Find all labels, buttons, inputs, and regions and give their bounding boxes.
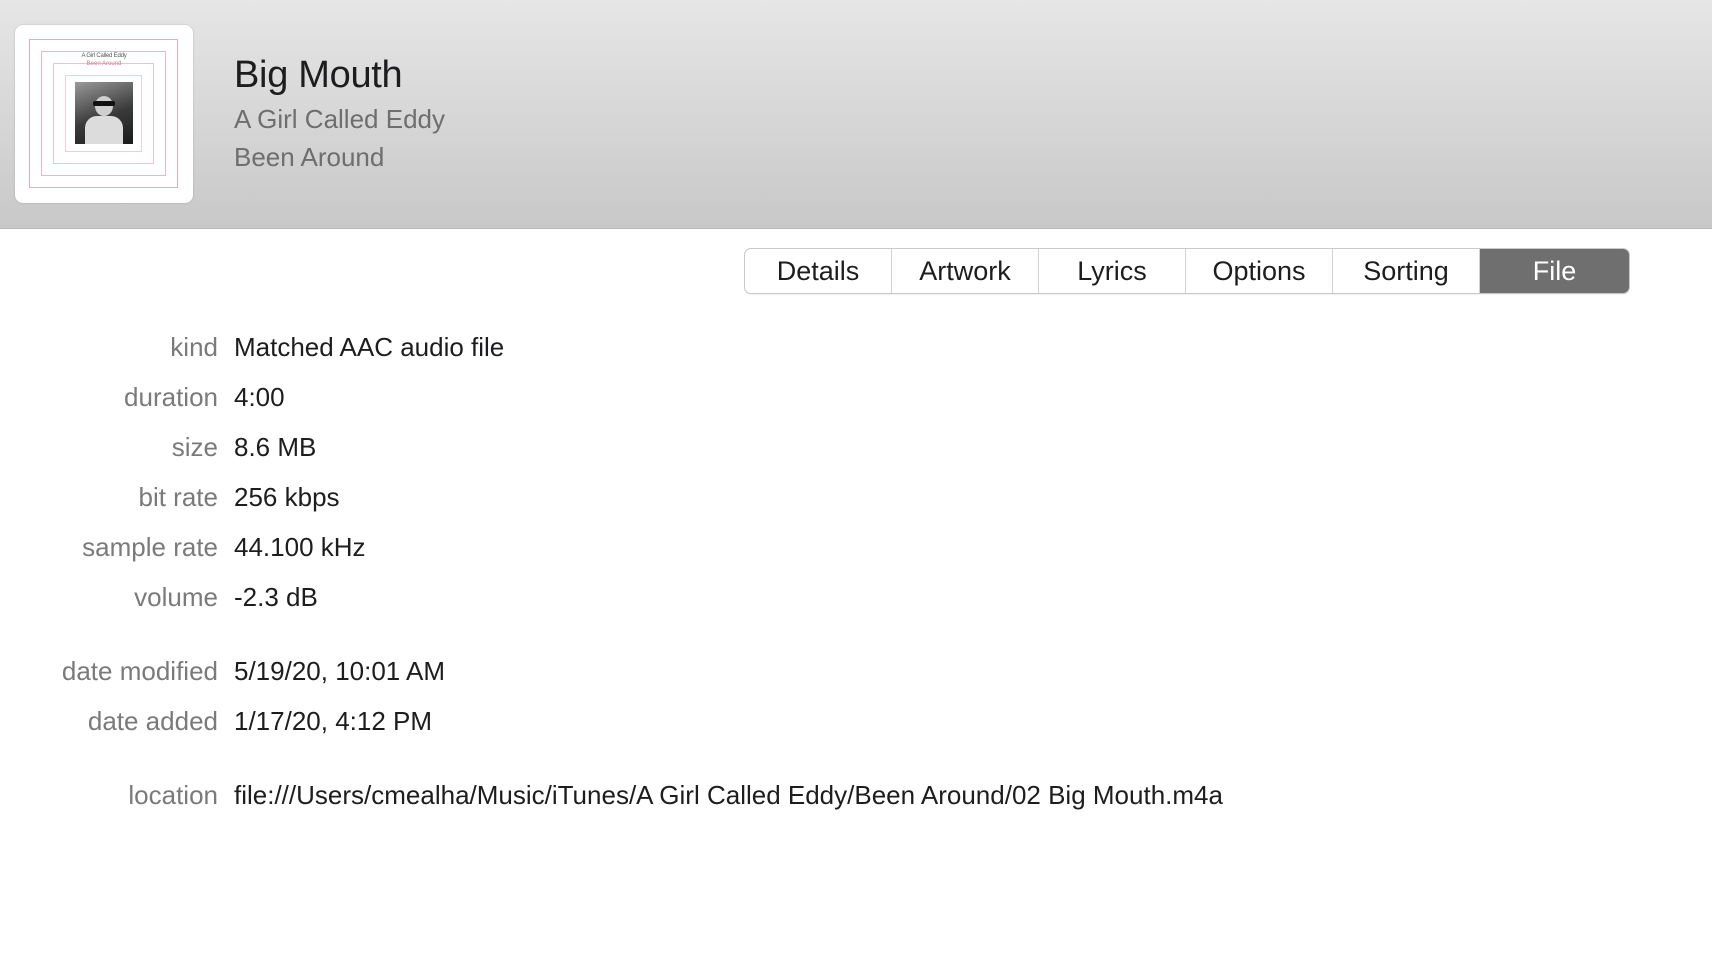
artwork-photo-face: [95, 96, 113, 116]
field-row-sample-rate: sample rate 44.100 kHz: [0, 532, 1712, 566]
artwork-photo-glasses: [93, 101, 115, 106]
field-value-duration: 4:00: [234, 382, 285, 412]
artwork-photo-body: [85, 116, 123, 144]
field-label-kind: kind: [170, 332, 218, 362]
field-value-date-added: 1/17/20, 4:12 PM: [234, 706, 433, 736]
field-label-bit-rate: bit rate: [138, 482, 219, 512]
tab-options[interactable]: Options: [1186, 249, 1333, 293]
field-row-date-modified: date modified 5/19/20, 10:01 AM: [0, 656, 1712, 690]
field-row-duration: duration 4:00: [0, 382, 1712, 416]
tab-artwork[interactable]: Artwork: [892, 249, 1039, 293]
field-row-bit-rate: bit rate 256 kbps: [0, 482, 1712, 516]
field-row-size: size 8.6 MB: [0, 432, 1712, 466]
field-label-duration: duration: [124, 382, 218, 412]
song-artist: A Girl Called Eddy: [234, 104, 445, 134]
album-artwork[interactable]: A Girl Called Eddy Been Around: [15, 25, 193, 203]
field-label-location: location: [128, 780, 218, 810]
field-label-size: size: [171, 432, 218, 462]
field-value-size: 8.6 MB: [234, 432, 317, 462]
field-value-sample-rate: 44.100 kHz: [234, 532, 366, 562]
song-title: Big Mouth: [234, 54, 403, 96]
tab-sorting[interactable]: Sorting: [1333, 249, 1480, 293]
field-row-kind: kind Matched AAC audio file: [0, 332, 1712, 366]
field-value-location[interactable]: file:///Users/cmealha/Music/iTunes/A Gir…: [234, 780, 1223, 811]
field-label-volume: volume: [134, 582, 218, 612]
field-row-location: location file:///Users/cmealha/Music/iTu…: [0, 780, 1712, 814]
field-label-date-added: date added: [87, 706, 218, 736]
song-header: A Girl Called Eddy Been Around Big Mouth…: [0, 0, 1712, 229]
info-tab-bar: Details Artwork Lyrics Options Sorting F…: [744, 248, 1630, 294]
tab-details[interactable]: Details: [745, 249, 892, 293]
artwork-artist-text: A Girl Called Eddy: [81, 53, 127, 59]
artwork-photo: [75, 82, 133, 144]
tab-lyrics[interactable]: Lyrics: [1039, 249, 1186, 293]
field-value-kind: Matched AAC audio file: [234, 332, 505, 362]
field-value-volume: -2.3 dB: [234, 582, 318, 612]
artwork-album-text: Been Around: [86, 61, 122, 67]
song-album: Been Around: [234, 142, 385, 172]
field-label-sample-rate: sample rate: [82, 532, 218, 562]
field-label-date-modified: date modified: [61, 656, 218, 686]
field-value-date-modified: 5/19/20, 10:01 AM: [234, 656, 446, 686]
tab-file[interactable]: File: [1480, 249, 1629, 293]
field-row-date-added: date added 1/17/20, 4:12 PM: [0, 706, 1712, 740]
field-row-volume: volume -2.3 dB: [0, 582, 1712, 616]
field-value-bit-rate: 256 kbps: [234, 482, 340, 512]
